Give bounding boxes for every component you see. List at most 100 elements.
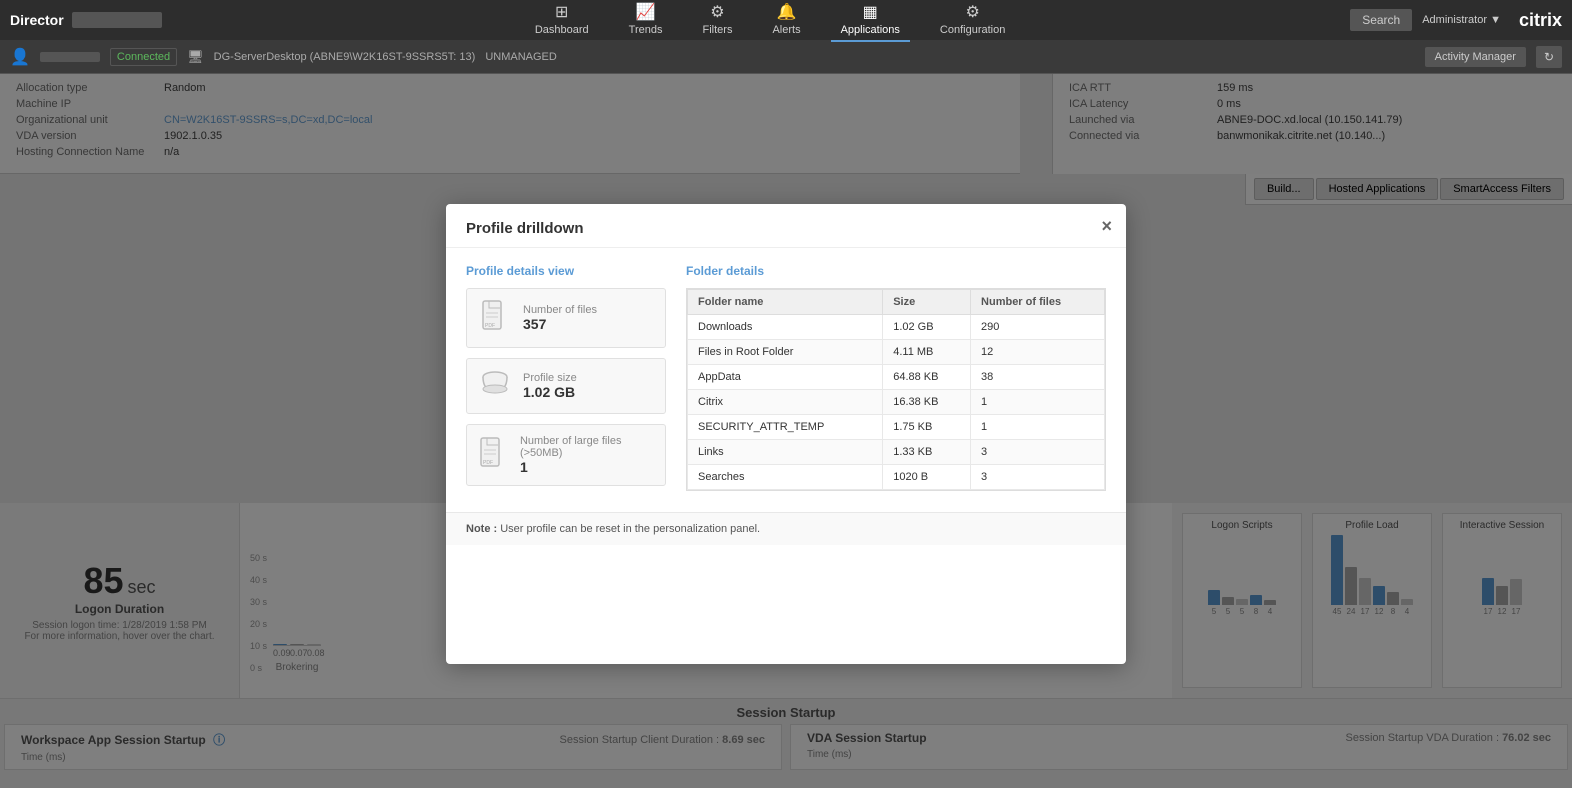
table-row: SECURITY_ATTR_TEMP1.75 KB1 — [688, 415, 1105, 440]
stat-card-files: PDF Number of files 357 — [466, 288, 666, 348]
table-cell-name: AppData — [688, 365, 883, 390]
search-nav-input[interactable] — [72, 12, 162, 28]
table-cell-size: 64.88 KB — [883, 365, 971, 390]
stat-card-size: Profile size 1.02 GB — [466, 358, 666, 414]
user-avatar-placeholder — [40, 52, 100, 62]
folder-details-label: Folder details — [686, 264, 1106, 278]
nav-item-trends[interactable]: 📈 Trends — [619, 0, 673, 42]
table-cell-name: Citrix — [688, 390, 883, 415]
large-label: Number of large files (>50MB) — [520, 435, 653, 459]
table-cell-name: Links — [688, 440, 883, 465]
brand: Director — [10, 12, 190, 28]
session-bar: 👤 Connected 🖥 DG-ServerDesktop (ABNE9\W2… — [0, 40, 1572, 74]
director-label: Director — [10, 12, 64, 28]
table-cell-size: 4.11 MB — [883, 340, 971, 365]
modal-close-button[interactable]: × — [1101, 216, 1112, 237]
folder-table: Folder name Size Number of files Downloa… — [687, 289, 1105, 490]
table-row: Citrix16.38 KB1 — [688, 390, 1105, 415]
note-label: Note : — [466, 523, 497, 535]
table-cell-size: 1020 B — [883, 465, 971, 490]
files-value: 357 — [523, 316, 597, 332]
connected-badge: Connected — [110, 48, 177, 66]
search-button[interactable]: Search — [1350, 9, 1412, 31]
size-label: Profile size — [523, 372, 577, 384]
bg-content: Allocation type Random Machine IP Organi… — [0, 74, 1572, 788]
unmanaged-badge: UNMANAGED — [485, 51, 557, 63]
table-cell-count: 3 — [971, 465, 1105, 490]
nav-item-applications[interactable]: ▦ Applications — [831, 0, 910, 42]
table-cell-name: Downloads — [688, 315, 883, 340]
size-info: Profile size 1.02 GB — [523, 372, 577, 400]
nav-item-configuration[interactable]: ⚙ Configuration — [930, 0, 1015, 42]
profile-details-label: Profile details view — [466, 264, 666, 278]
trends-icon: 📈 — [636, 2, 656, 22]
nav-label-filters: Filters — [703, 24, 733, 36]
machine-name: DG-ServerDesktop (ABNE9\W2K16ST-9SSRS5T:… — [214, 51, 476, 63]
svg-text:PDF: PDF — [483, 460, 493, 466]
modal: Profile drilldown × Profile details view — [446, 204, 1126, 664]
filters-icon: ⚙ — [710, 2, 724, 22]
table-cell-count: 1 — [971, 390, 1105, 415]
table-cell-size: 1.75 KB — [883, 415, 971, 440]
note-text: User profile can be reset in the persona… — [500, 523, 760, 535]
table-cell-size: 1.33 KB — [883, 440, 971, 465]
configuration-icon: ⚙ — [965, 2, 979, 22]
table-cell-size: 1.02 GB — [883, 315, 971, 340]
nav-item-alerts[interactable]: 🔔 Alerts — [762, 0, 810, 42]
nav-right: Search Administrator ▼ citrix — [1350, 9, 1562, 31]
modal-right: Folder details Folder name Size Number o… — [686, 264, 1106, 496]
modal-body: Profile details view PDF — [446, 248, 1126, 512]
nav-label-trends: Trends — [629, 24, 663, 36]
citrix-logo: citrix — [1519, 10, 1562, 31]
nav-label-alerts: Alerts — [772, 24, 800, 36]
nav-item-dashboard[interactable]: ⊞ Dashboard — [525, 0, 599, 42]
table-row: AppData64.88 KB38 — [688, 365, 1105, 390]
svg-text:PDF: PDF — [485, 323, 495, 329]
table-cell-count: 38 — [971, 365, 1105, 390]
folder-table-wrap[interactable]: Folder name Size Number of files Downloa… — [686, 288, 1106, 491]
modal-header: Profile drilldown × — [446, 204, 1126, 248]
top-nav: Director ⊞ Dashboard 📈 Trends ⚙ Filters … — [0, 0, 1572, 40]
table-cell-name: Files in Root Folder — [688, 340, 883, 365]
size-icon — [479, 369, 511, 403]
machine-icon: 🖥 — [187, 49, 204, 65]
large-value: 1 — [520, 459, 653, 475]
modal-overlay: Profile drilldown × Profile details view — [0, 74, 1572, 788]
table-row: Downloads1.02 GB290 — [688, 315, 1105, 340]
col-folder-name: Folder name — [688, 290, 883, 315]
table-cell-size: 16.38 KB — [883, 390, 971, 415]
table-cell-count: 290 — [971, 315, 1105, 340]
admin-label[interactable]: Administrator ▼ — [1422, 14, 1501, 26]
table-cell-count: 12 — [971, 340, 1105, 365]
stat-card-large: PDF Number of large files (>50MB) 1 — [466, 424, 666, 486]
dashboard-icon: ⊞ — [555, 2, 568, 22]
files-icon: PDF — [479, 299, 511, 337]
nav-item-filters[interactable]: ⚙ Filters — [693, 0, 743, 42]
nav-label-applications: Applications — [841, 24, 900, 36]
folder-table-header-row: Folder name Size Number of files — [688, 290, 1105, 315]
files-label: Number of files — [523, 304, 597, 316]
nav-label-dashboard: Dashboard — [535, 24, 589, 36]
refresh-button[interactable]: ↻ — [1536, 46, 1562, 68]
table-cell-count: 1 — [971, 415, 1105, 440]
nav-label-configuration: Configuration — [940, 24, 1005, 36]
nav-center: ⊞ Dashboard 📈 Trends ⚙ Filters 🔔 Alerts … — [190, 0, 1350, 42]
large-info: Number of large files (>50MB) 1 — [520, 435, 653, 475]
user-icon: 👤 — [10, 47, 30, 67]
modal-left: Profile details view PDF — [466, 264, 686, 496]
folder-table-body: Downloads1.02 GB290Files in Root Folder4… — [688, 315, 1105, 490]
modal-title: Profile drilldown — [466, 220, 584, 237]
size-value: 1.02 GB — [523, 384, 577, 400]
table-cell-count: 3 — [971, 440, 1105, 465]
table-row: Searches1020 B3 — [688, 465, 1105, 490]
activity-manager-button[interactable]: Activity Manager — [1425, 47, 1526, 67]
col-num-files: Number of files — [971, 290, 1105, 315]
modal-note: Note : User profile can be reset in the … — [446, 512, 1126, 545]
table-row: Links1.33 KB3 — [688, 440, 1105, 465]
files-info: Number of files 357 — [523, 304, 597, 332]
table-row: Files in Root Folder4.11 MB12 — [688, 340, 1105, 365]
table-cell-name: Searches — [688, 465, 883, 490]
folder-table-head: Folder name Size Number of files — [688, 290, 1105, 315]
alerts-icon: 🔔 — [777, 2, 797, 22]
table-cell-name: SECURITY_ATTR_TEMP — [688, 415, 883, 440]
